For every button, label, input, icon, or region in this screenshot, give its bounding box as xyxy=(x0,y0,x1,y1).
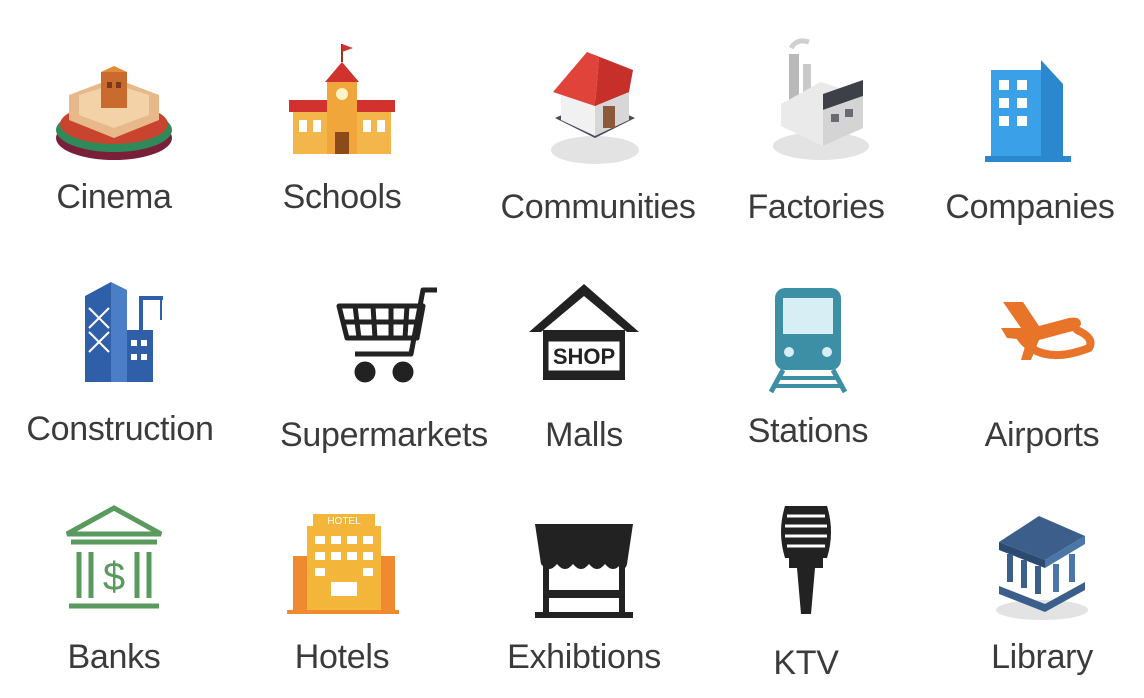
office-building-icon xyxy=(965,40,1095,170)
school-icon xyxy=(277,40,407,170)
grid-item-label: Banks xyxy=(67,638,161,676)
grid-item-stations: Stations xyxy=(694,248,922,468)
grid-item-label: Companies xyxy=(945,188,1115,226)
grid-item-communities: Communities xyxy=(484,20,712,240)
bank-icon: $ xyxy=(49,494,179,624)
grid-item-companies: Companies xyxy=(916,20,1144,240)
grid-item-banks: $ Banks xyxy=(0,476,228,696)
grid-item-label: Stations xyxy=(747,412,869,450)
grid-item-supermarkets: Supermarkets xyxy=(270,248,498,468)
airplane-icon xyxy=(977,268,1107,398)
microphone-icon xyxy=(741,492,871,622)
grid-item-label: Cinema xyxy=(56,178,172,216)
svg-text:SHOP: SHOP xyxy=(553,344,615,369)
shopping-cart-icon xyxy=(319,268,449,398)
grid-item-malls: SHOP Malls xyxy=(470,248,698,468)
house-icon xyxy=(533,40,663,170)
grid-item-exhibtions: Exhibtions xyxy=(470,476,698,696)
grid-item-ktv: KTV xyxy=(692,476,920,696)
grid-item-label: Airports xyxy=(984,416,1100,454)
svg-text:HOTEL: HOTEL xyxy=(327,516,361,527)
library-icon xyxy=(977,494,1107,624)
grid-item-construction: Construction xyxy=(6,248,234,468)
grid-item-label: Malls xyxy=(545,416,623,454)
grid-item-label: Construction xyxy=(26,410,214,448)
grid-item-label: Communities xyxy=(500,188,696,226)
grid-item-schools: Schools xyxy=(228,20,456,240)
shop-icon: SHOP xyxy=(519,268,649,398)
icon-grid: Cinema Schools Communities Factories Com… xyxy=(0,0,1144,698)
grid-item-label: Hotels xyxy=(294,638,390,676)
exhibition-stand-icon xyxy=(519,494,649,624)
grid-item-label: Factories xyxy=(747,188,885,226)
grid-item-library: Library xyxy=(928,476,1144,696)
factory-icon xyxy=(751,34,881,164)
grid-item-cinema: Cinema xyxy=(0,20,228,240)
grid-item-factories: Factories xyxy=(702,20,930,240)
hotel-icon: HOTEL xyxy=(277,494,407,624)
grid-item-label: Exhibtions xyxy=(507,638,661,676)
grid-item-label: KTV xyxy=(773,644,839,682)
grid-item-label: Schools xyxy=(282,178,402,216)
train-icon xyxy=(743,268,873,398)
construction-icon xyxy=(55,260,185,390)
grid-item-hotels: HOTEL Hotels xyxy=(228,476,456,696)
svg-text:$: $ xyxy=(103,555,125,599)
grid-item-airports: Airports xyxy=(928,248,1144,468)
grid-item-label: Library xyxy=(991,638,1093,676)
grid-item-label: Supermarkets xyxy=(279,416,489,454)
cinema-icon xyxy=(49,40,179,170)
